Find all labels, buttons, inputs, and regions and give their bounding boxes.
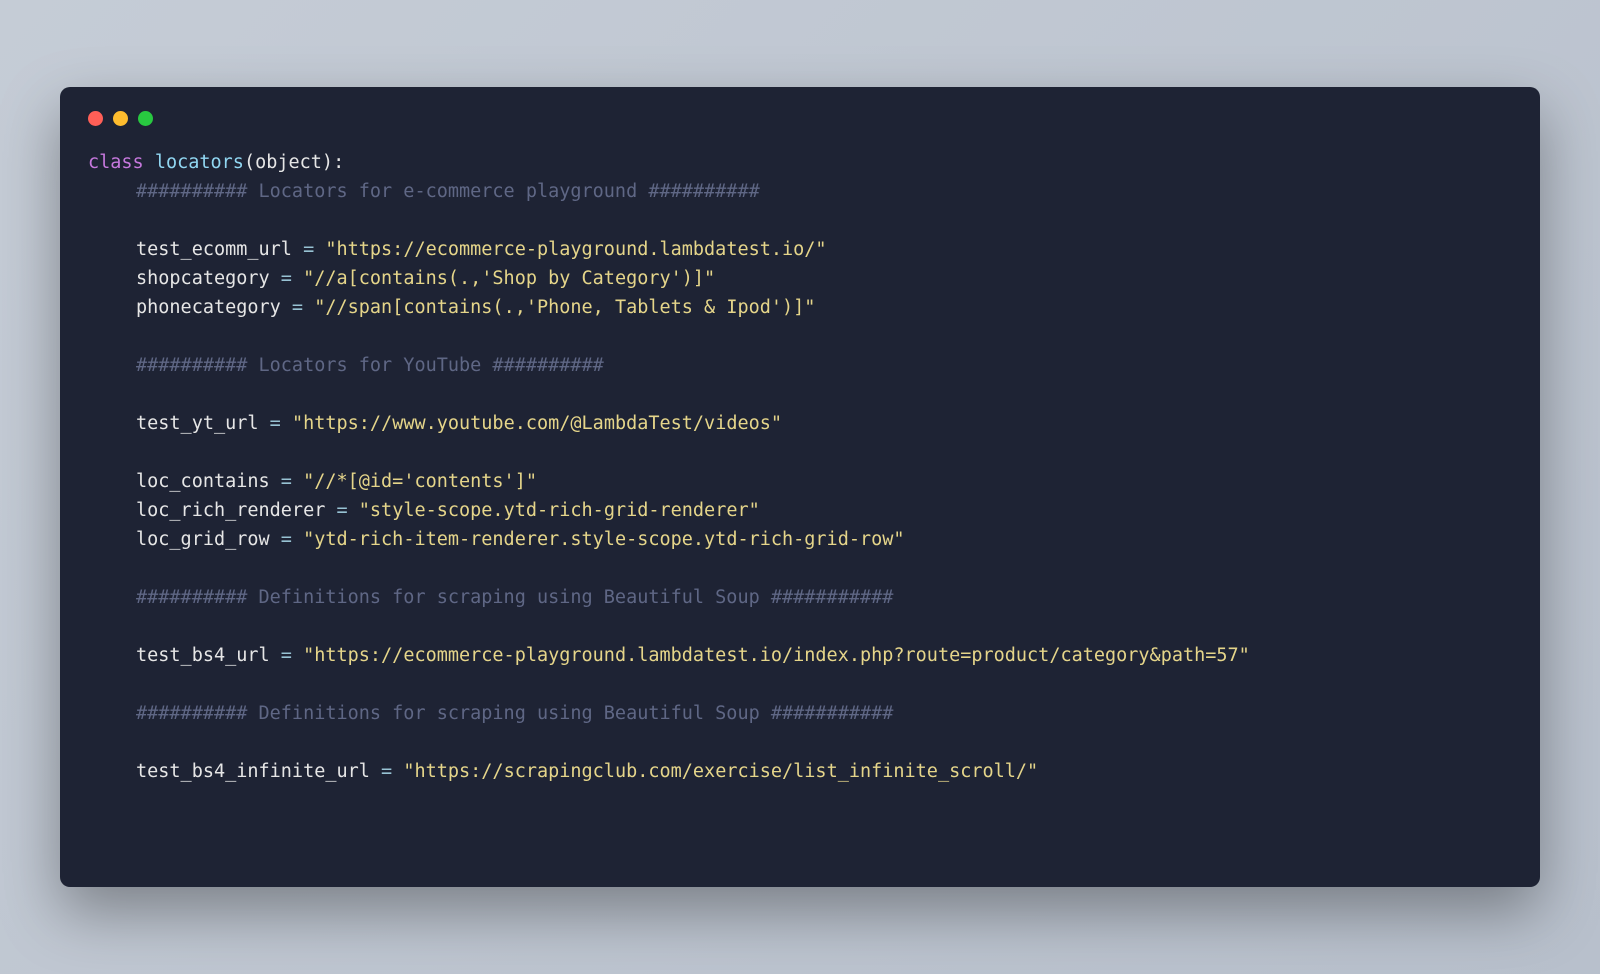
paren-close: )	[322, 152, 333, 173]
var-loc-contains: loc_contains	[136, 471, 270, 492]
comment-bs4-2: ########## Definitions for scraping usin…	[136, 703, 893, 724]
window-controls	[88, 111, 1512, 126]
equals: =	[370, 761, 403, 782]
var-phonecategory: phonecategory	[136, 297, 281, 318]
equals: =	[270, 268, 303, 289]
equals: =	[325, 500, 358, 521]
var-test-yt-url: test_yt_url	[136, 413, 259, 434]
string-value: "https://ecommerce-playground.lambdatest…	[303, 645, 1250, 666]
code-block: class locators(object): ########## Locat…	[88, 148, 1512, 786]
keyword-class: class	[88, 152, 144, 173]
string-value: "//*[@id='contents']"	[303, 471, 537, 492]
maximize-icon[interactable]	[138, 111, 153, 126]
string-value: "https://scrapingclub.com/exercise/list_…	[403, 761, 1038, 782]
string-value: "//span[contains(.,'Phone, Tablets & Ipo…	[314, 297, 815, 318]
equals: =	[259, 413, 292, 434]
equals: =	[292, 239, 325, 260]
var-shopcategory: shopcategory	[136, 268, 270, 289]
equals: =	[270, 645, 303, 666]
paren-open: (	[244, 152, 255, 173]
equals: =	[270, 529, 303, 550]
equals: =	[270, 471, 303, 492]
colon: :	[333, 152, 344, 173]
string-value: "ytd-rich-item-renderer.style-scope.ytd-…	[303, 529, 904, 550]
comment-bs4-1: ########## Definitions for scraping usin…	[136, 587, 893, 608]
comment-ecommerce: ########## Locators for e-commerce playg…	[136, 181, 760, 202]
string-value: "//a[contains(.,'Shop by Category')]"	[303, 268, 715, 289]
string-value: "https://www.youtube.com/@LambdaTest/vid…	[292, 413, 782, 434]
string-value: "style-scope.ytd-rich-grid-renderer"	[359, 500, 760, 521]
code-window: class locators(object): ########## Locat…	[60, 87, 1540, 887]
var-loc-rich-renderer: loc_rich_renderer	[136, 500, 325, 521]
comment-youtube: ########## Locators for YouTube ########…	[136, 355, 604, 376]
class-name: locators	[155, 152, 244, 173]
close-icon[interactable]	[88, 111, 103, 126]
var-loc-grid-row: loc_grid_row	[136, 529, 270, 550]
var-test-bs4-infinite-url: test_bs4_infinite_url	[136, 761, 370, 782]
string-value: "https://ecommerce-playground.lambdatest…	[325, 239, 826, 260]
builtin-object: object	[255, 152, 322, 173]
var-test-ecomm-url: test_ecomm_url	[136, 239, 292, 260]
equals: =	[281, 297, 314, 318]
minimize-icon[interactable]	[113, 111, 128, 126]
var-test-bs4-url: test_bs4_url	[136, 645, 270, 666]
